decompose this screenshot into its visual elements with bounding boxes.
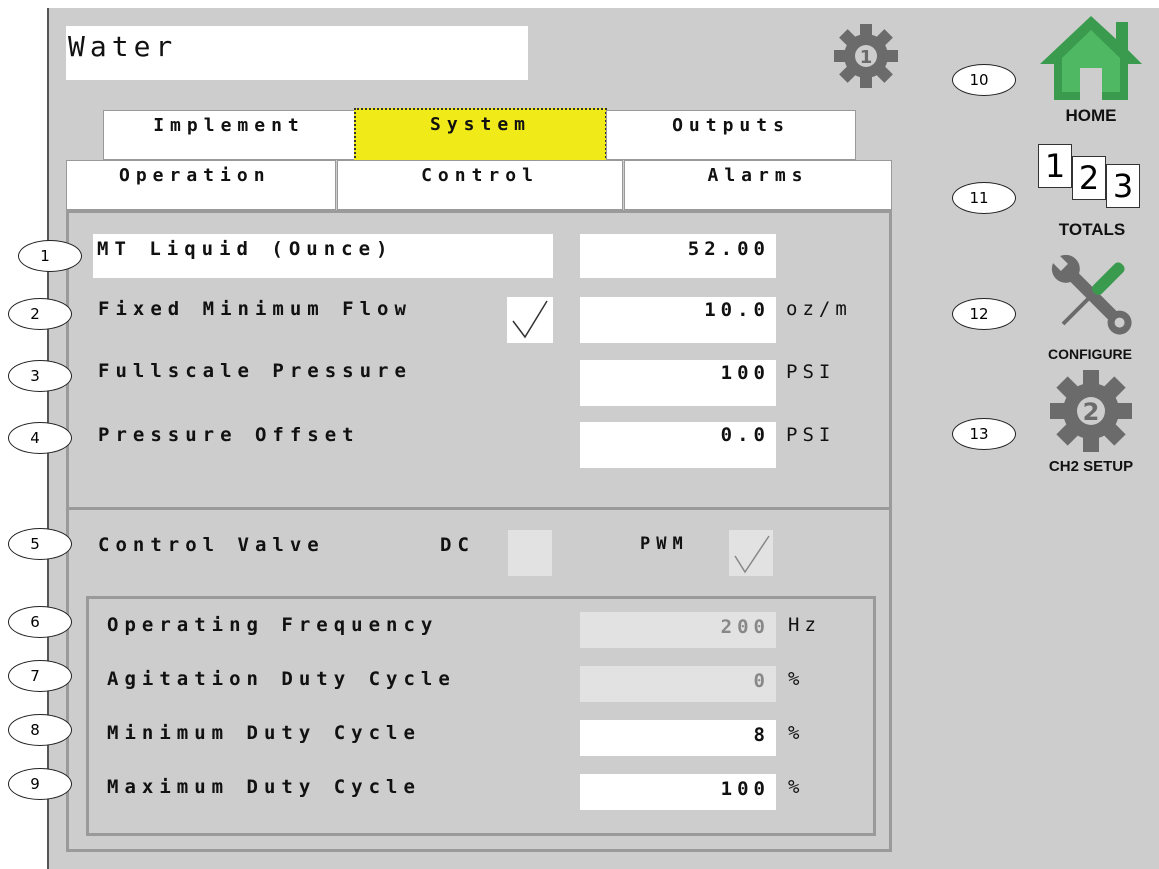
fullscale-pressure-unit: PSI [786, 361, 836, 383]
agitation-duty-cycle-unit: % [788, 668, 805, 690]
totals-button[interactable]: 1 2 3 TOTALS [1030, 144, 1154, 244]
minimum-duty-cycle-value[interactable]: 8 [580, 720, 776, 756]
operating-frequency-value: 200 [580, 612, 776, 648]
agitation-duty-cycle-label: Agitation Duty Cycle [107, 668, 456, 690]
tab-implement[interactable]: Implement [103, 110, 355, 160]
pressure-offset-unit: PSI [786, 424, 836, 446]
mt-liquid-value[interactable]: 52.00 [580, 234, 776, 278]
callout-11: 11 [952, 182, 1016, 214]
pwm-checkbox[interactable] [729, 530, 773, 576]
fixed-minimum-flow-checkbox[interactable] [507, 297, 553, 343]
minimum-duty-cycle-unit: % [788, 722, 805, 744]
ch2-setup-label: CH2 SETUP [1048, 458, 1134, 475]
tab-operation[interactable]: Operation [66, 160, 336, 210]
checkmark-icon [734, 535, 770, 574]
callout-8: 8 [8, 714, 72, 746]
home-label: HOME [1065, 106, 1117, 125]
callout-9: 9 [8, 768, 72, 800]
gear-number: 1 [860, 47, 873, 68]
minimum-duty-cycle-label: Minimum Duty Cycle [107, 722, 421, 744]
maximum-duty-cycle-unit: % [788, 776, 805, 798]
product-name-field[interactable]: Water [66, 26, 528, 80]
totals-digit-2: 2 [1072, 156, 1106, 200]
channel-2-gear-icon: 2 [1050, 370, 1132, 452]
fixed-minimum-flow-label: Fixed Minimum Flow [98, 298, 412, 320]
callout-2: 2 [8, 298, 72, 330]
dc-label: DC [440, 534, 475, 556]
fullscale-pressure-label: Fullscale Pressure [98, 360, 412, 382]
mt-liquid-label: MT Liquid (Ounce) [97, 238, 394, 260]
callout-5: 5 [8, 528, 72, 560]
callout-10: 10 [952, 64, 1016, 96]
operating-frequency-label: Operating Frequency [107, 614, 439, 636]
pressure-offset-value[interactable]: 0.0 [580, 422, 776, 468]
pwm-label: PWM [640, 534, 689, 554]
channel-1-gear-icon: 1 [830, 20, 902, 92]
configure-button[interactable]: CONFIGURE [1028, 248, 1156, 364]
callout-4: 4 [8, 422, 72, 454]
ch2-setup-button[interactable]: 2 CH2 SETUP [1026, 368, 1156, 484]
maximum-duty-cycle-label: Maximum Duty Cycle [107, 776, 421, 798]
totals-digit-1: 1 [1038, 144, 1072, 188]
mt-liquid-select[interactable]: MT Liquid (Ounce) [93, 234, 553, 278]
callout-12: 12 [952, 298, 1016, 330]
checkmark-icon [512, 300, 548, 339]
totals-digit-3: 3 [1106, 164, 1140, 208]
home-button[interactable]: HOME [1036, 12, 1146, 132]
fullscale-pressure-value[interactable]: 100 [580, 360, 776, 406]
fixed-minimum-flow-value[interactable]: 10.0 [580, 297, 776, 343]
gear-number: 2 [1083, 398, 1100, 426]
fixed-minimum-flow-unit: oz/m [786, 298, 852, 320]
totals-label: TOTALS [1058, 220, 1126, 239]
control-valve-label: Control Valve [98, 534, 325, 556]
callout-7: 7 [8, 660, 72, 692]
operating-frequency-unit: Hz [788, 614, 821, 636]
configure-label: CONFIGURE [1048, 346, 1132, 362]
callout-1: 1 [18, 240, 82, 272]
tab-alarms[interactable]: Alarms [624, 160, 892, 210]
tab-control[interactable]: Control [337, 160, 623, 210]
wrench-screwdriver-icon [1050, 253, 1132, 335]
maximum-duty-cycle-value[interactable]: 100 [580, 774, 776, 810]
dc-checkbox[interactable] [508, 530, 552, 576]
agitation-duty-cycle-value: 0 [580, 666, 776, 702]
tab-system[interactable]: System [354, 108, 607, 162]
callout-6: 6 [8, 606, 72, 638]
home-icon [1040, 16, 1142, 100]
tab-outputs[interactable]: Outputs [606, 110, 856, 160]
callout-3: 3 [8, 360, 72, 392]
callout-13: 13 [952, 418, 1016, 450]
pressure-offset-label: Pressure Offset [98, 424, 360, 446]
